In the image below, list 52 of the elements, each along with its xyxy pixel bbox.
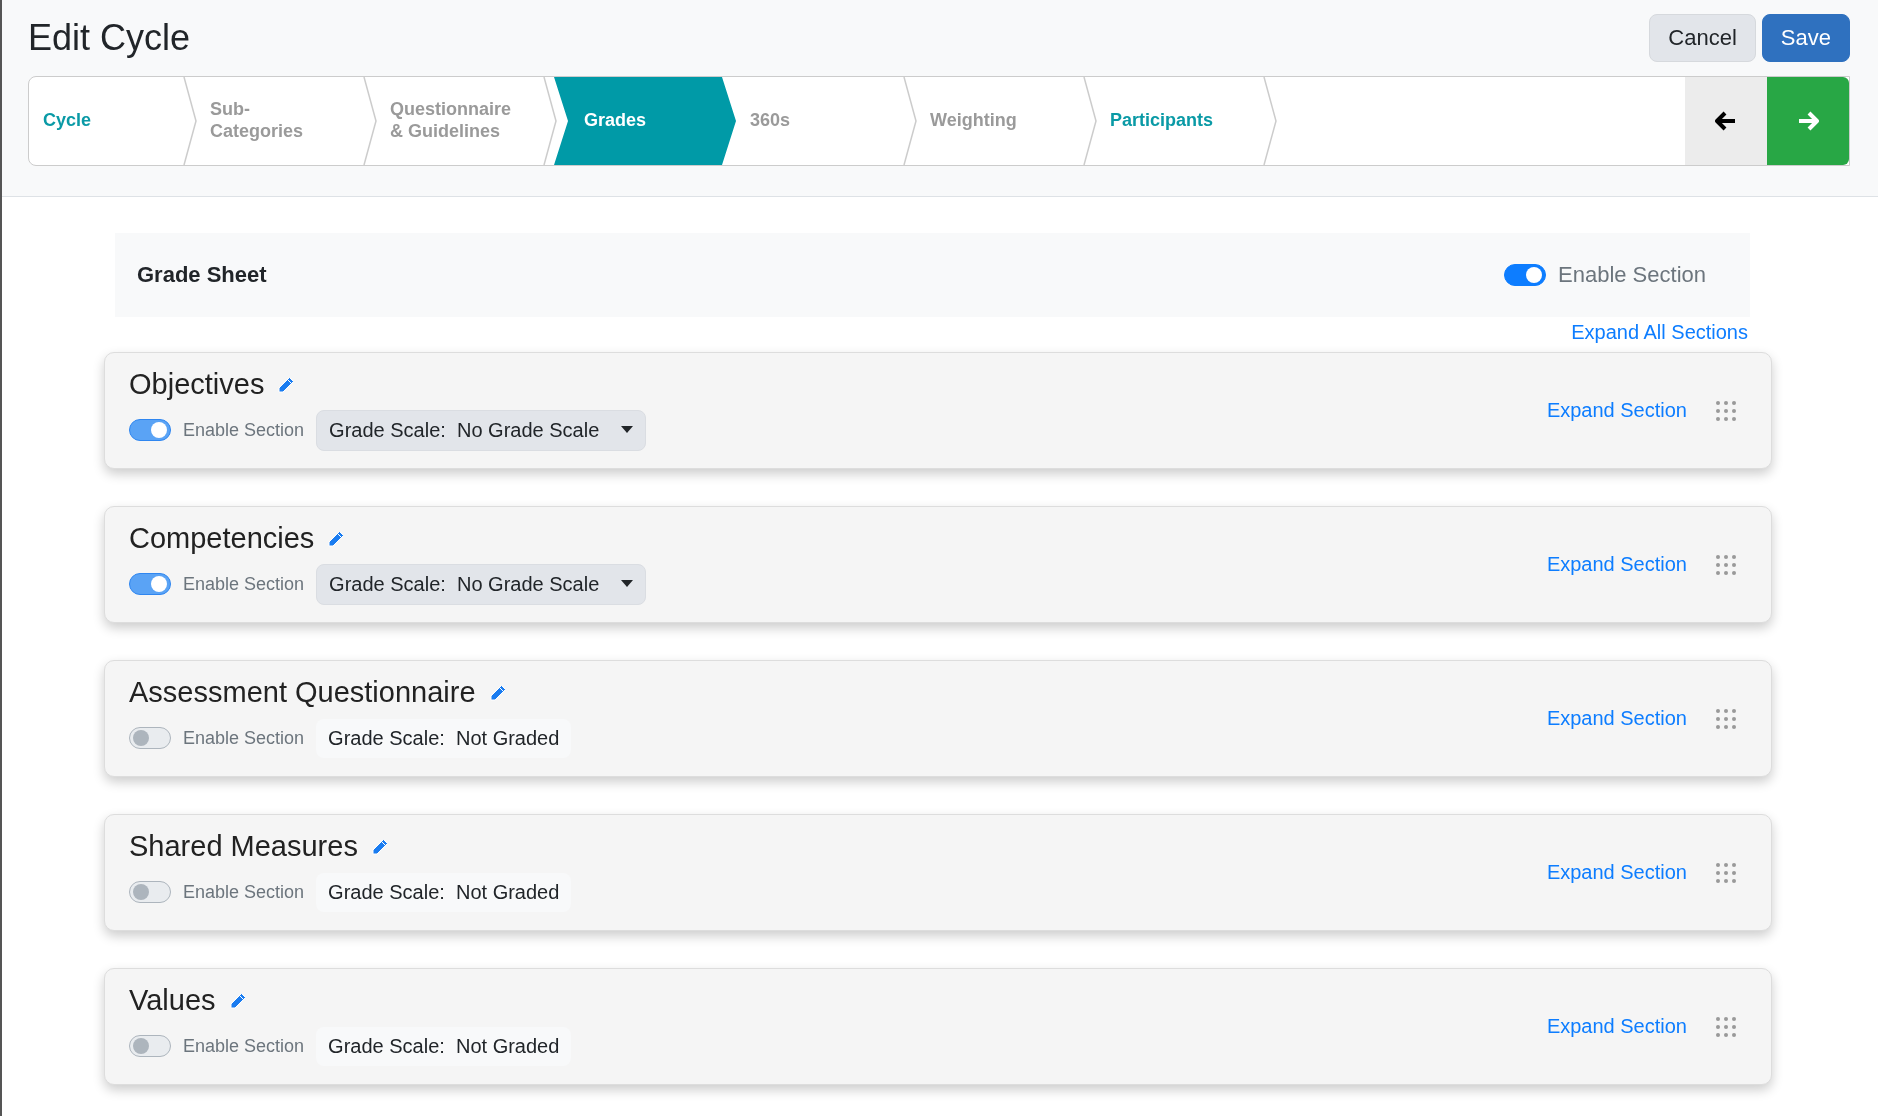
toggle-switch[interactable] — [129, 419, 171, 441]
page-title: Edit Cycle — [28, 17, 191, 59]
section-title: Values — [129, 984, 216, 1017]
toggle-switch[interactable] — [129, 1035, 171, 1057]
expand-section-link[interactable]: Expand Section — [1546, 707, 1687, 730]
pencil-icon[interactable] — [276, 374, 297, 395]
arrow-left-icon — [1715, 111, 1737, 131]
toggle-label: Enable Section — [183, 573, 305, 595]
step-tab[interactable]: Weighting — [916, 77, 1096, 165]
toggle-switch[interactable] — [129, 881, 171, 903]
toggle-switch[interactable] — [1504, 264, 1546, 286]
expand-section-link[interactable]: Expand Section — [1546, 861, 1687, 884]
grade-scale-value: Grade Scale: Not Graded — [316, 872, 572, 912]
toggle-label: Enable Section — [183, 881, 305, 903]
back-button[interactable] — [1685, 77, 1767, 165]
next-button[interactable] — [1767, 77, 1849, 165]
section-title: Objectives — [129, 368, 265, 401]
step-tab[interactable]: Grades — [554, 77, 736, 165]
drag-handle-icon[interactable] — [1715, 707, 1737, 730]
cancel-button[interactable]: Cancel — [1649, 14, 1756, 62]
section-title: Competencies — [129, 522, 315, 555]
step-tab[interactable]: Cycle — [29, 77, 196, 165]
toggle-switch[interactable] — [129, 573, 171, 595]
grade-scale-dropdown[interactable]: Grade Scale: No Grade Scale — [316, 563, 647, 605]
expand-section-link[interactable]: Expand Section — [1546, 1015, 1687, 1038]
arrow-right-icon — [1797, 111, 1819, 131]
expand-section-link[interactable]: Expand Section — [1546, 553, 1687, 576]
toggle-label: Enable Section — [183, 1035, 305, 1057]
toggle-label: Enable Section — [183, 419, 305, 441]
toggle-label: Enable Section — [183, 727, 305, 749]
step-tab[interactable]: 360s — [736, 77, 916, 165]
save-button[interactable]: Save — [1761, 14, 1850, 62]
step-tab[interactable]: Participants — [1096, 77, 1276, 165]
toggle-switch[interactable] — [129, 727, 171, 749]
drag-handle-icon[interactable] — [1715, 1015, 1737, 1038]
grade-scale-value: Grade Scale: Not Graded — [316, 1026, 572, 1066]
toggle-label: Enable Section — [1558, 262, 1706, 288]
caret-icon — [621, 580, 634, 588]
section-title: Shared Measures — [129, 830, 358, 863]
grade-scale-value: Grade Scale: Not Graded — [316, 718, 572, 758]
grade-sheet-title: Grade Sheet — [137, 262, 267, 288]
step-tab[interactable]: Sub- Categories — [196, 77, 376, 165]
pencil-icon[interactable] — [326, 528, 347, 549]
step-tab[interactable]: Questionnaire & Guidelines — [376, 77, 556, 165]
caret-icon — [621, 426, 634, 434]
grade-scale-dropdown[interactable]: Grade Scale: No Grade Scale — [316, 409, 647, 451]
drag-handle-icon[interactable] — [1715, 553, 1737, 576]
drag-handle-icon[interactable] — [1715, 861, 1737, 884]
section-title: Assessment Questionnaire — [129, 676, 476, 709]
expand-section-link[interactable]: Expand Section — [1546, 399, 1687, 422]
drag-handle-icon[interactable] — [1715, 399, 1737, 422]
expand-all-link[interactable]: Expand All Sections — [1571, 321, 1748, 343]
